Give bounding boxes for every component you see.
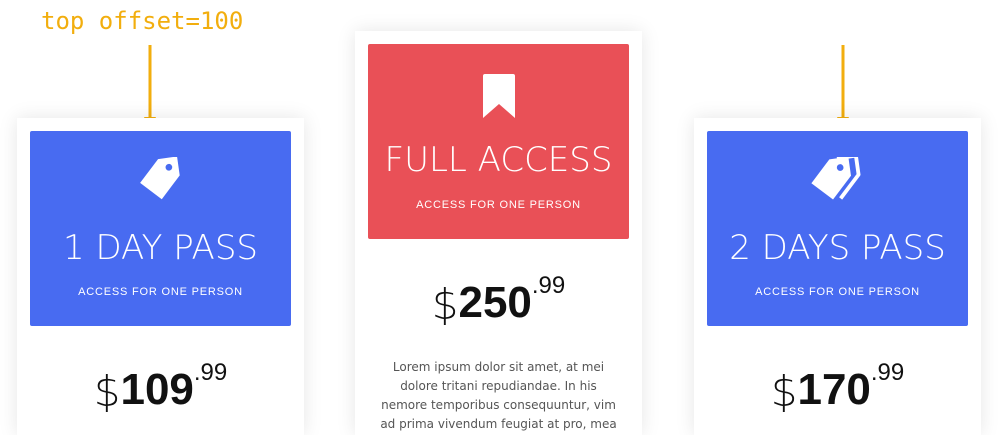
pricing-card-1-day: 1 DAY PASS ACCESS FOR ONE PERSON $109.99 (17, 118, 304, 435)
price-currency: $ (770, 367, 798, 416)
bookmark-icon (482, 74, 515, 118)
pricing-card-full-access: FULL ACCESS ACCESS FOR ONE PERSON $250.9… (355, 31, 642, 435)
price-cents: .99 (193, 359, 228, 386)
plan-description: Lorem ipsum dolor sit amet, at mei dolor… (380, 360, 617, 431)
price-amount: 170 (797, 365, 871, 414)
tag-icon (139, 157, 180, 200)
plan-title: 1 DAY PASS (63, 228, 258, 268)
card-header-2-days: 2 DAYS PASS ACCESS FOR ONE PERSON (707, 131, 968, 326)
card-header-1-day: 1 DAY PASS ACCESS FOR ONE PERSON (30, 131, 291, 326)
price: $250.99 (355, 272, 642, 329)
tags-icon (810, 157, 860, 200)
price-cents: .99 (870, 359, 905, 386)
price-amount: 109 (120, 365, 194, 414)
top-offset-annotation: top offset=100 (41, 7, 244, 35)
price-amount: 250 (458, 278, 532, 327)
price-currency: $ (431, 280, 459, 329)
plan-subtitle: ACCESS FOR ONE PERSON (78, 286, 243, 298)
price-cents: .99 (531, 272, 566, 299)
price: $109.99 (17, 359, 304, 416)
price: $170.99 (694, 359, 981, 416)
plan-title: FULL ACCESS (384, 140, 613, 180)
plan-title: 2 DAYS PASS (729, 228, 946, 268)
price-currency: $ (93, 367, 121, 416)
plan-subtitle: ACCESS FOR ONE PERSON (416, 199, 581, 211)
pricing-card-2-days: 2 DAYS PASS ACCESS FOR ONE PERSON $170.9… (694, 118, 981, 435)
plan-subtitle: ACCESS FOR ONE PERSON (755, 286, 920, 298)
card-header-full-access: FULL ACCESS ACCESS FOR ONE PERSON (368, 44, 629, 239)
